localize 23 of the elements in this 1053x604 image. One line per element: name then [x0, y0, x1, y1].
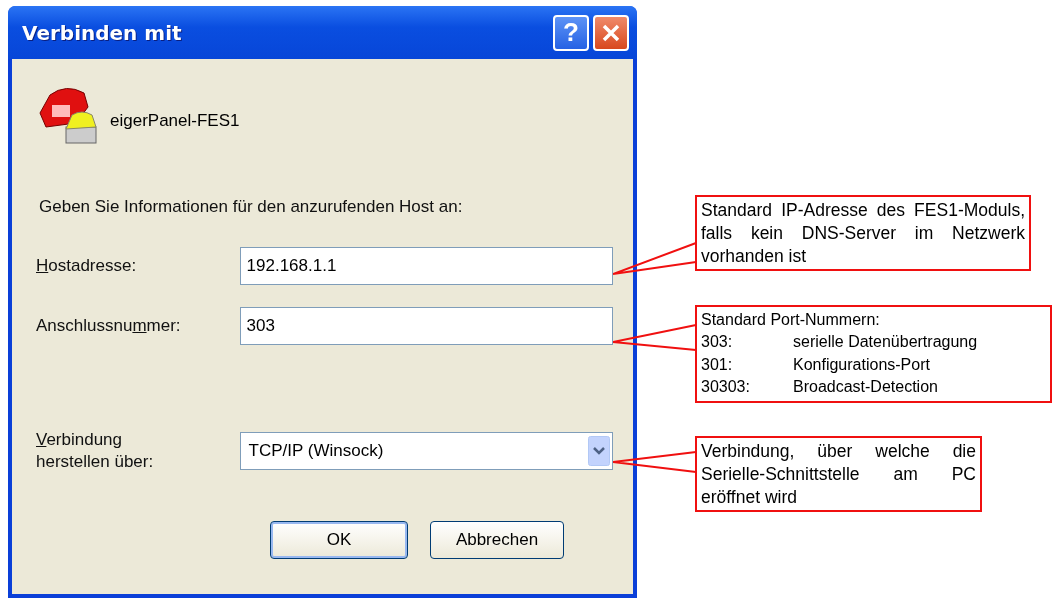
callout-text: Verbindung, über welche die Serielle-Schnittstelle am PC eröffnet wird — [701, 440, 976, 509]
field-label: Verbindung herstellen über: — [36, 429, 155, 474]
port-number: 301: — [701, 354, 734, 375]
port-description: Broadcast-Detection — [793, 377, 939, 398]
close-button[interactable] — [593, 14, 629, 51]
callout-text: Standard IP-Adresse des FES1-Moduls, falls kein DNS-Server im Netzwerk vorhanden ist — [701, 199, 1025, 268]
cancel-button[interactable]: Abbrechen — [430, 521, 564, 560]
close-icon — [602, 23, 620, 42]
input-field[interactable]: 303 — [239, 307, 613, 345]
field-label: Anschlussnummer: — [36, 314, 182, 337]
port-description: serielle Datenübertragung — [793, 332, 979, 353]
ok-button[interactable]: OK — [270, 521, 408, 560]
connection-dropdown[interactable]: TCP/IP (Winsock) — [239, 432, 613, 471]
instruction-text: Geben Sie Informationen für den anzurufenden Host an: — [39, 197, 464, 217]
input-field[interactable]: 192.168.1.1 — [239, 247, 613, 285]
field-label: Hostadresse: — [36, 254, 138, 277]
connection-name: eigerPanel-FES1 — [110, 111, 240, 131]
port-number: 30303: — [701, 377, 751, 398]
window-title: Verbinden mit — [22, 20, 182, 45]
help-button[interactable]: ? — [553, 14, 589, 51]
port-description: Konfigurations-Port — [793, 354, 931, 375]
port-number: 303: — [701, 332, 734, 353]
callout-heading: Standard Port-Nummern: — [701, 310, 881, 330]
